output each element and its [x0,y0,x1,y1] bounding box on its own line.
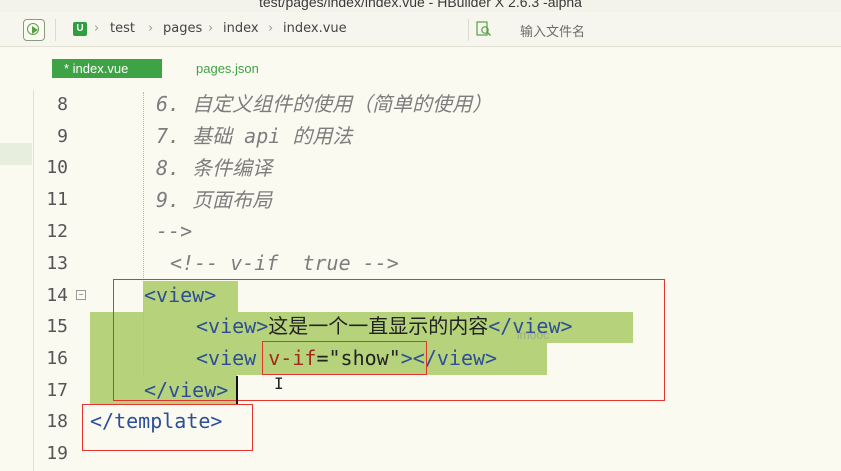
line-number: 14 [46,285,68,306]
code-line-10[interactable]: 8. 条件编译 [156,156,272,180]
run-button[interactable] [23,19,45,41]
code-line-8[interactable]: 6. 自定义组件的使用（简单的使用） [156,92,492,116]
indent-guide [143,92,144,282]
line-number: 18 [46,411,68,432]
code-line-13[interactable]: <!-- v-if true --> [170,251,399,275]
chevron-right-icon: › [268,21,274,36]
breadcrumb-index[interactable]: index [223,21,259,36]
line-number: 19 [46,443,68,464]
search-file-icon[interactable] [476,21,492,37]
toolbar-separator [468,19,469,41]
play-triangle-icon [32,26,38,34]
chevron-right-icon: › [148,21,154,36]
window-title-bar: test/pages/index/index.vue - HBuilder X … [0,0,841,12]
fold-toggle-icon[interactable]: − [76,290,86,300]
line-number: 15 [46,316,68,337]
window-title: test/pages/index/index.vue - HBuilder X … [259,0,582,10]
breadcrumb-index-vue[interactable]: index.vue [283,21,347,36]
project-logo-icon: U [73,22,87,36]
text-cursor [236,376,238,404]
line-number: 12 [46,221,68,242]
chevron-right-icon: › [208,21,214,36]
annotation-box-v-if [262,341,427,375]
line-number: 8 [57,94,68,115]
line-number: 17 [46,380,68,401]
line-number: 16 [46,348,68,369]
mouse-ibeam-icon: I [274,374,284,393]
line-number: 13 [46,253,68,274]
breadcrumb-pages[interactable]: pages [163,21,202,36]
chevron-right-icon: › [94,21,100,36]
watermark: imooc [517,328,550,342]
code-line-9[interactable]: 7. 基础 api 的用法 [156,124,352,148]
annotation-box-template [82,404,253,451]
code-line-11[interactable]: 9. 页面布局 [156,188,272,212]
line-number: 9 [57,126,68,147]
breadcrumb-test[interactable]: test [110,21,135,36]
toolbar-separator [55,19,56,41]
line-number: 10 [46,157,68,178]
line-number: 11 [46,189,68,210]
toolbar: U › test › pages › index › index.vue 输入文… [0,12,841,47]
file-search-input[interactable]: 输入文件名 [520,21,585,40]
tab-pages-json[interactable]: pages.json [196,59,259,78]
code-line-12[interactable]: --> [156,219,192,243]
tab-index-vue[interactable]: * index.vue [52,59,162,78]
annotation-box-view-block [113,279,665,401]
